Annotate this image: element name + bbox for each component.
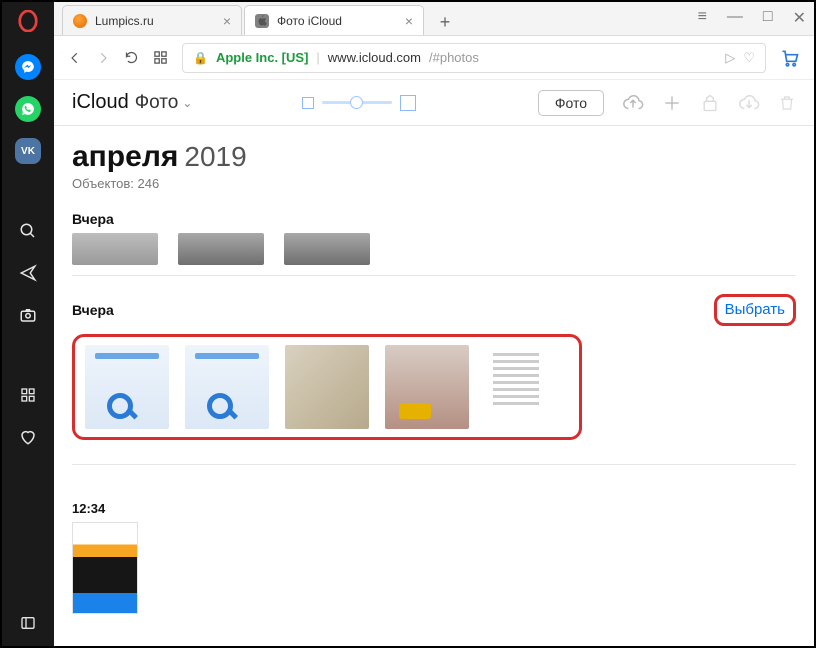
- highlight-ring: Выбрать: [714, 294, 796, 326]
- slider-knob[interactable]: [350, 96, 363, 109]
- new-tab-button[interactable]: +: [432, 9, 458, 35]
- messenger-icon[interactable]: [15, 54, 41, 80]
- opera-sidebar: VK: [2, 2, 54, 646]
- zoom-slider[interactable]: [302, 95, 416, 111]
- heart-icon[interactable]: [15, 424, 41, 450]
- photo-thumbnail[interactable]: [285, 345, 369, 429]
- nav-back-icon[interactable]: [68, 51, 82, 65]
- photo-thumbnail[interactable]: [85, 345, 169, 429]
- photo-thumbnail[interactable]: [72, 522, 138, 614]
- close-window-button[interactable]: ✕: [793, 8, 806, 28]
- date-group-label: Вчера: [72, 211, 796, 227]
- camera-icon[interactable]: [15, 302, 41, 328]
- photo-thumbnail[interactable]: [385, 345, 469, 429]
- photo-grid-content: апреля2019 Объектов: 246 Вчера Вчера Выб…: [54, 126, 814, 646]
- window-controls: ≡ — □ ✕: [698, 8, 806, 28]
- lock-icon: 🔒: [193, 51, 208, 65]
- tab-title: Фото iCloud: [277, 14, 342, 28]
- tab-close-icon[interactable]: ×: [223, 13, 231, 29]
- year-title: 2019: [184, 141, 246, 172]
- upload-icon[interactable]: [622, 92, 644, 114]
- zoom-out-icon[interactable]: [302, 97, 314, 109]
- tab-strip: Lumpics.ru × Фото iCloud × + ≡ — □ ✕: [54, 2, 814, 36]
- month-title: апреля: [72, 140, 178, 173]
- object-count: Объектов: 246: [72, 176, 796, 191]
- select-link[interactable]: Выбрать: [725, 301, 785, 318]
- time-group-label: 12:34: [72, 501, 796, 516]
- photos-tab-button[interactable]: Фото: [538, 90, 604, 116]
- sidebar-toggle-icon[interactable]: [15, 610, 41, 636]
- date-group-label: Вчера: [72, 302, 114, 318]
- whatsapp-icon[interactable]: [15, 96, 41, 122]
- photo-thumbnail[interactable]: [72, 233, 158, 265]
- share-icon[interactable]: [700, 93, 720, 113]
- minimize-button[interactable]: —: [727, 8, 743, 28]
- apps-icon[interactable]: [15, 382, 41, 408]
- menu-icon[interactable]: ≡: [698, 8, 707, 28]
- opera-logo-icon[interactable]: [15, 8, 41, 34]
- icloud-brand[interactable]: iCloud: [72, 91, 129, 114]
- url-path: /#photos: [429, 50, 479, 65]
- browser-tab-active[interactable]: Фото iCloud ×: [244, 5, 424, 35]
- icloud-section-dropdown[interactable]: Фото: [135, 92, 179, 114]
- search-icon[interactable]: [15, 218, 41, 244]
- send-page-icon[interactable]: ▷: [725, 50, 735, 66]
- highlight-photo-group: [72, 334, 582, 440]
- maximize-button[interactable]: □: [763, 8, 773, 28]
- icloud-toolbar: iCloud Фото ⌄ Фото: [54, 80, 814, 126]
- nav-forward-icon[interactable]: [96, 51, 110, 65]
- photo-thumbnail[interactable]: [284, 233, 370, 265]
- add-icon[interactable]: [662, 93, 682, 113]
- url-field[interactable]: 🔒 Apple Inc. [US] | www.icloud.com/#phot…: [182, 43, 766, 73]
- trash-icon[interactable]: [778, 94, 796, 112]
- tab-close-icon[interactable]: ×: [405, 13, 413, 29]
- cart-icon[interactable]: [780, 48, 800, 68]
- bookmark-icon[interactable]: ♡: [743, 50, 755, 66]
- tab-title: Lumpics.ru: [95, 14, 154, 28]
- url-host: www.icloud.com: [328, 50, 421, 65]
- photo-thumbnail[interactable]: [178, 233, 264, 265]
- address-bar: 🔒 Apple Inc. [US] | www.icloud.com/#phot…: [54, 36, 814, 80]
- zoom-in-icon[interactable]: [400, 95, 416, 111]
- vk-icon[interactable]: VK: [15, 138, 41, 164]
- chevron-down-icon[interactable]: ⌄: [182, 96, 192, 110]
- photo-thumbnail[interactable]: [485, 345, 569, 429]
- favicon-icon: [255, 14, 269, 28]
- speed-dial-icon[interactable]: [153, 50, 168, 65]
- thumbnail-row: [72, 233, 796, 265]
- slider-track[interactable]: [322, 101, 392, 104]
- ev-badge: Apple Inc. [US]: [216, 50, 308, 65]
- photo-thumbnail[interactable]: [185, 345, 269, 429]
- reload-icon[interactable]: [124, 50, 139, 65]
- browser-tab[interactable]: Lumpics.ru ×: [62, 5, 242, 35]
- favicon-icon: [73, 14, 87, 28]
- download-icon[interactable]: [738, 92, 760, 114]
- send-icon[interactable]: [15, 260, 41, 286]
